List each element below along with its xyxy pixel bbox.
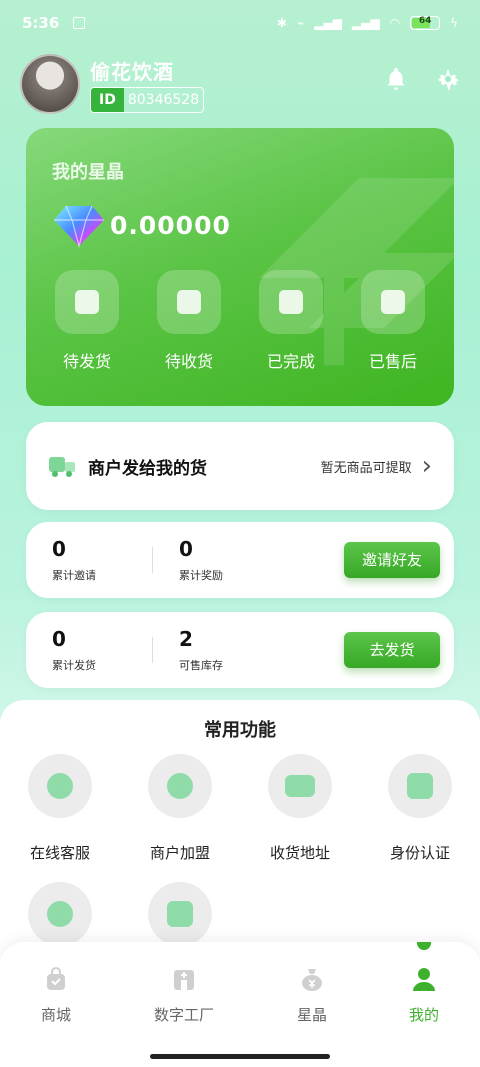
bluetooth-icon: ✱: [276, 16, 287, 30]
chevron-right-icon: ›: [421, 451, 432, 481]
badge-icon: [167, 773, 193, 799]
active-tab-indicator: [417, 942, 431, 950]
divider: [152, 637, 153, 663]
rewards-count: 0: [179, 537, 193, 561]
go-ship-button[interactable]: 去发货: [344, 632, 440, 668]
bell-icon[interactable]: [382, 66, 410, 94]
order-label: 已完成: [266, 352, 315, 371]
person-icon: [413, 968, 435, 991]
charging-icon: ϟ: [450, 16, 458, 30]
tab-label: 数字工厂: [153, 1006, 214, 1024]
notification-icon: [73, 17, 86, 29]
invite-friends-button[interactable]: 邀请好友: [344, 542, 440, 578]
vibrate-icon: ⌁: [296, 16, 305, 30]
wifi-icon: ◠: [389, 16, 401, 30]
order-pending-shipment[interactable]: 待发货: [42, 270, 132, 372]
function-upload[interactable]: [120, 882, 240, 946]
order-label: 待收货: [164, 352, 213, 371]
order-pending-receipt[interactable]: 待收货: [144, 270, 234, 372]
message-icon: [47, 901, 73, 927]
invites-label: 累计邀请: [52, 569, 96, 582]
signal-icon: ▂▄▆: [351, 16, 380, 30]
order-completed[interactable]: 已完成: [246, 270, 336, 372]
order-label: 已售后: [368, 352, 417, 371]
completed-icon: [279, 290, 303, 314]
profile-header: 偷花饮酒 ID 80346528: [20, 54, 205, 114]
tab-mall[interactable]: 商城: [0, 966, 116, 1025]
function-customer-service[interactable]: 在线客服: [0, 754, 120, 863]
pending-shipment-icon: [75, 290, 99, 314]
rewards-label: 累计奖励: [179, 569, 223, 582]
crystal-card: 我的星晶 0.00000 待发货 待收货 已完成 已售后: [26, 128, 454, 406]
avatar[interactable]: [20, 54, 80, 114]
crystal-title: 我的星晶: [52, 162, 124, 183]
signal-icon: ▂▄▆: [314, 16, 342, 30]
gem-icon: [54, 205, 104, 248]
merchant-status: 暂无商品可提取: [320, 460, 412, 476]
chat-icon: [47, 773, 73, 799]
function-identity-verification[interactable]: 身份认证: [360, 754, 480, 863]
merchant-title: 商户发给我的货: [88, 458, 207, 479]
function-label: 收货地址: [269, 844, 330, 862]
battery-level: 64: [418, 16, 432, 26]
user-id-badge: ID 80346528: [90, 86, 205, 113]
tab-crystal[interactable]: 星晶: [252, 966, 372, 1025]
tab-digital-factory[interactable]: 数字工厂: [124, 966, 244, 1025]
battery-icon: 64: [410, 16, 441, 30]
bottom-tab-bar: 商城 数字工厂 星晶 我的: [0, 942, 480, 1067]
status-bar: 5:36 ✱ ⌁ ▂▄▆ ▂▄▆ ◠ 64 ϟ: [0, 0, 480, 46]
tab-label: 星晶: [296, 1006, 327, 1024]
ship-stats-card: 0 累计发货 2 可售库存 去发货: [26, 612, 454, 688]
function-merchant-join[interactable]: 商户加盟: [120, 754, 240, 863]
merchant-shipments-row[interactable]: 商户发给我的货 暂无商品可提取 ›: [26, 422, 454, 510]
function-messages[interactable]: [0, 882, 120, 946]
tab-mine[interactable]: 我的: [364, 966, 480, 1025]
function-label: 在线客服: [29, 844, 90, 862]
shipped-count: 0: [52, 627, 66, 651]
username: 偷花饮酒: [90, 59, 174, 84]
shopping-bag-icon: [47, 967, 65, 990]
location-icon: [285, 775, 315, 797]
status-time: 5:36: [22, 14, 60, 32]
id-tag: ID: [91, 87, 124, 112]
id-value: 80346528: [127, 91, 200, 108]
divider: [152, 547, 153, 573]
order-after-sales[interactable]: 已售后: [348, 270, 438, 372]
invites-count: 0: [52, 537, 66, 561]
functions-title: 常用功能: [204, 720, 276, 741]
home-indicator: [150, 1054, 330, 1059]
function-label: 身份认证: [389, 844, 450, 862]
truck-icon: [49, 457, 75, 477]
tab-label: 商城: [40, 1006, 71, 1024]
factory-icon: [174, 970, 194, 990]
after-sales-icon: [381, 290, 405, 314]
order-label: 待发货: [62, 352, 111, 371]
shipped-label: 累计发货: [52, 659, 96, 672]
function-shipping-address[interactable]: 收货地址: [240, 754, 360, 863]
function-label: 商户加盟: [149, 844, 210, 862]
pending-receipt-icon: [177, 290, 201, 314]
crystal-balance: 0.00000: [110, 210, 231, 240]
id-card-icon: [407, 773, 433, 799]
stock-label: 可售库存: [179, 659, 223, 672]
money-bag-icon: [302, 969, 322, 991]
upload-icon: [167, 901, 193, 927]
tab-label: 我的: [408, 1006, 439, 1024]
invite-stats-card: 0 累计邀请 0 累计奖励 邀请好友: [26, 522, 454, 598]
stock-count: 2: [179, 627, 193, 651]
gear-icon[interactable]: [434, 66, 462, 94]
